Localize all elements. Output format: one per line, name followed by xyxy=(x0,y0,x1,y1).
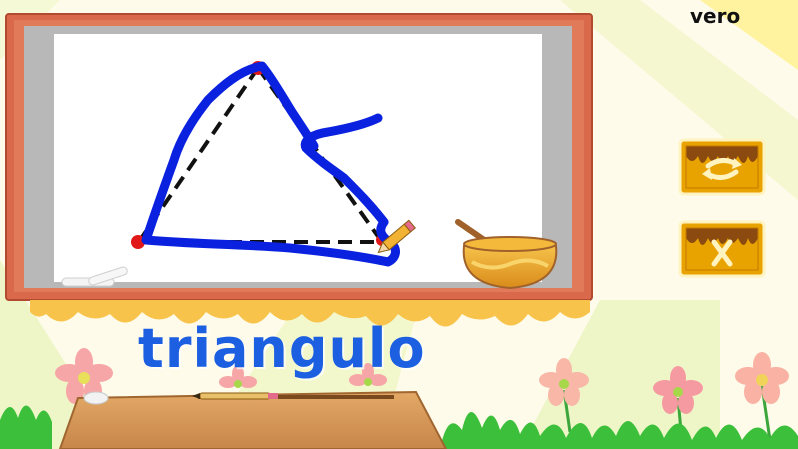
clear-button[interactable] xyxy=(678,220,766,278)
eraser-icon xyxy=(83,391,109,405)
redo-button[interactable] xyxy=(678,138,766,196)
player-name: vero xyxy=(690,4,741,28)
desk xyxy=(58,390,448,449)
x-icon xyxy=(678,220,766,278)
target-word: triangulo xyxy=(138,317,426,380)
recycle-arrows-icon xyxy=(678,138,766,196)
